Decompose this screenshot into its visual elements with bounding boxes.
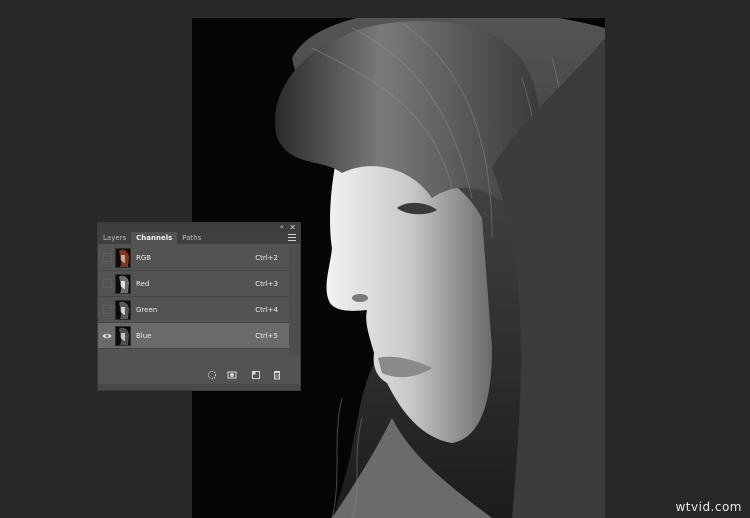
delete-channel-icon[interactable] <box>272 370 282 380</box>
panel-title-bar[interactable]: « ✕ <box>98 223 300 232</box>
channel-thumbnail <box>115 300 131 320</box>
channel-name: Green <box>136 306 158 314</box>
channel-name: Blue <box>136 332 152 340</box>
channel-shortcut: Ctrl+3 <box>255 280 278 288</box>
channel-shortcut: Ctrl+4 <box>255 306 278 314</box>
channel-shortcut: Ctrl+5 <box>255 332 278 340</box>
channel-name: Red <box>136 280 150 288</box>
panel-tabs: Layers Channels Paths <box>98 232 300 244</box>
visibility-toggle[interactable] <box>103 253 112 262</box>
tab-layers[interactable]: Layers <box>98 232 131 244</box>
channel-thumbnail <box>115 326 131 346</box>
channel-row-green[interactable]: Green Ctrl+4 <box>98 297 290 323</box>
tab-channels[interactable]: Channels <box>131 232 178 244</box>
save-selection-icon[interactable] <box>227 370 237 380</box>
channel-name: RGB <box>136 254 152 262</box>
channels-panel: « ✕ Layers Channels Paths RGB Ctrl+2 Red… <box>97 222 301 391</box>
visibility-toggle[interactable] <box>103 279 112 288</box>
load-selection-icon[interactable] <box>207 370 217 380</box>
new-channel-icon[interactable] <box>251 370 261 380</box>
channel-row-blue[interactable]: Blue Ctrl+5 <box>98 323 290 349</box>
eye-icon[interactable] <box>102 331 112 341</box>
visibility-toggle[interactable] <box>103 305 112 314</box>
collapse-panel-icon[interactable]: « <box>280 223 284 232</box>
tab-paths[interactable]: Paths <box>177 232 206 244</box>
close-panel-icon[interactable]: ✕ <box>289 223 296 232</box>
panel-menu-icon[interactable] <box>288 234 296 242</box>
panel-footer <box>98 367 300 383</box>
channel-shortcut: Ctrl+2 <box>255 254 278 262</box>
panel-bottom-bar <box>98 384 300 390</box>
panel-scrollbar[interactable] <box>289 245 300 355</box>
channel-row-red[interactable]: Red Ctrl+3 <box>98 271 290 297</box>
channel-row-rgb[interactable]: RGB Ctrl+2 <box>98 245 290 271</box>
watermark: wtvid.com <box>675 500 742 514</box>
channel-thumbnail <box>115 274 131 294</box>
channel-thumbnail <box>115 248 131 268</box>
